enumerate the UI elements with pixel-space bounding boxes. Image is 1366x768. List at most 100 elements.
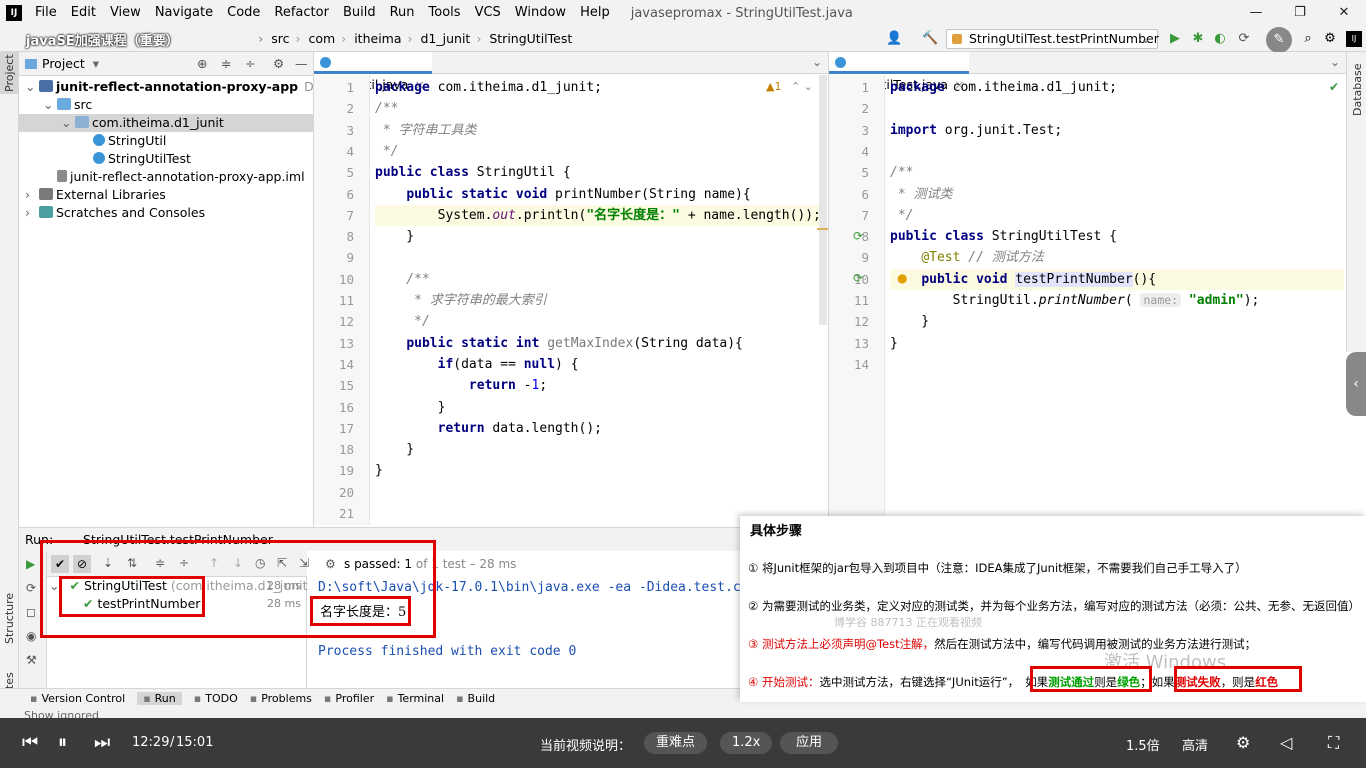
tab-stringutil[interactable]: StringUtil.java× [314,52,432,92]
tab-stringutiltest[interactable]: StringUtilTest.java × [829,52,969,92]
code-line[interactable]: * 求字符串的最大索引 [375,290,547,311]
code-line[interactable]: import org.junit.Test; [890,120,1062,141]
pause-icon[interactable]: ⏸ [58,732,67,754]
expand-arrow-icon[interactable]: ⌄ [61,114,75,132]
collapse-all-icon[interactable]: ≑ [221,56,231,71]
menu-refactor[interactable]: Refactor [267,0,336,26]
tree-item[interactable]: ⌄junit-reflect-annotation-proxy-appD:\co… [19,78,360,96]
code-line[interactable]: package com.itheima.d1_junit; [375,77,602,98]
code-line[interactable]: @Test // 测试方法 [890,247,1043,268]
minimize-button[interactable]: — [1234,0,1278,26]
speed-label[interactable]: 1.5倍 [1126,735,1160,754]
profile-icon[interactable]: ⟳ [1236,31,1252,47]
tool-tab-run[interactable]: ▪ Run [137,692,182,705]
code-line[interactable]: } [375,460,383,481]
tree-item[interactable]: StringUtil [19,132,313,150]
code-line[interactable]: } [375,397,446,418]
side-collapse-handle[interactable]: ‹ [1346,352,1366,416]
menu-navigate[interactable]: Navigate [148,0,220,26]
user-icon[interactable]: 👤 [886,31,902,47]
run-method-gutter-icon[interactable]: ⟳ [853,271,863,285]
menu-tools[interactable]: Tools [422,0,468,26]
code-line[interactable]: return data.length(); [375,418,602,439]
code-line[interactable]: public void testPrintNumber(){ [890,268,1344,290]
quality-label[interactable]: 高清 [1182,735,1208,754]
breadcrumb-item[interactable]: StringUtilTest [485,31,576,46]
project-view-select[interactable]: Project [42,56,85,71]
expand-arrow-icon[interactable]: ⌄ [43,96,57,114]
hide-icon[interactable]: — [295,56,308,71]
breadcrumb-item[interactable]: src › [267,31,304,46]
code-line[interactable]: /** [890,162,913,183]
code-line[interactable]: public class StringUtilTest { [890,226,1117,247]
camera-icon[interactable]: ◉ [26,629,36,643]
tool-tab-terminal[interactable]: ▪ Terminal [386,692,444,705]
menu-file[interactable]: File [28,0,64,26]
run-icon[interactable]: ▶ [1167,31,1183,47]
breadcrumb-item[interactable]: itheima › [350,31,416,46]
menu-help[interactable]: Help [573,0,617,26]
code-line[interactable]: } [890,311,929,332]
code-line[interactable]: * 字符串工具类 [375,120,477,141]
code-line[interactable]: * 测试类 [890,184,953,205]
previous-icon[interactable]: ⏮ [22,732,38,754]
code-line[interactable]: public static void printNumber(String na… [375,184,750,205]
next-icon[interactable]: ⏭ [94,732,110,754]
close-window-button[interactable]: ✕ [1322,0,1366,26]
tool-tab-build[interactable]: ▪ Build [456,692,495,705]
fullscreen-icon[interactable]: ⛶ [1328,733,1339,753]
speed-pill[interactable]: 1.2x [720,732,773,754]
menu-vcs[interactable]: VCS [468,0,508,26]
key-point-pill[interactable]: 重难点 [644,732,708,754]
expand-arrow-icon[interactable]: › [25,204,39,222]
menu-build[interactable]: Build [336,0,383,26]
code-line[interactable]: */ [375,141,399,162]
tree-item[interactable]: ⌄ com.itheima.d1_junit [19,114,313,132]
expand-arrow-icon[interactable]: › [25,186,39,204]
edit-note-icon[interactable]: ✎ [1266,27,1292,53]
coverage-icon[interactable]: ◐ [1212,31,1228,47]
run-test-gutter-icon[interactable]: ⟳ [853,229,863,243]
menu-window[interactable]: Window [508,0,573,26]
gear-icon[interactable]: ⚙ [273,56,284,71]
tool-tab-todo[interactable]: ▪ TODO [194,692,238,705]
database-tool-tab[interactable]: Database [1351,64,1364,117]
menu-run[interactable]: Run [383,0,422,26]
lightbulb-icon[interactable]: ● [897,271,907,285]
tree-item[interactable]: › External Libraries [19,186,313,204]
structure-tool-tab[interactable]: Structure [3,593,16,644]
code-line[interactable]: return -1; [375,375,547,396]
breadcrumb-item[interactable]: com › [305,31,351,46]
code-line[interactable]: public class StringUtil { [375,162,571,183]
tool-tab-profiler[interactable]: ▪ Profiler [324,692,374,705]
tree-item[interactable]: junit-reflect-annotation-proxy-app.iml [19,168,313,186]
tool-tab-version-control[interactable]: ▪ Version Control [30,692,125,705]
tree-item[interactable]: StringUtilTest [19,150,313,168]
code-line[interactable]: /** [375,98,398,119]
code-line[interactable]: } [375,226,414,247]
chevron-down-icon[interactable]: ▾ [93,56,99,71]
code-line[interactable]: /** [375,269,430,290]
code-line[interactable]: StringUtil.printNumber( name: "admin"); [890,290,1259,311]
inspection-warning-badge[interactable]: ▲1 ⌃ ⌄ [766,80,813,93]
search-icon[interactable]: ⌕ [1300,31,1316,47]
code-line[interactable]: */ [375,311,430,332]
locate-icon[interactable]: ⊕ [197,56,207,71]
code-line[interactable]: } [375,439,414,460]
code-line[interactable]: */ [890,205,914,226]
menu-code[interactable]: Code [220,0,267,26]
expand-all-icon[interactable]: ÷ [245,56,255,71]
gear-icon[interactable]: ⚙ [1322,31,1338,47]
expand-arrow-icon[interactable]: ⌄ [25,78,39,96]
run-config-select[interactable]: StringUtilTest.testPrintNumber ⌄ [946,29,1159,49]
apply-button[interactable]: 应用 [780,732,839,754]
breadcrumb-item[interactable]: d1_junit › [417,31,486,46]
code-line[interactable]: public static int getMaxIndex(String dat… [375,333,743,354]
code-line[interactable]: System.out.println("名字长度是：" + name.lengt… [375,204,819,226]
code-line[interactable]: package com.itheima.d1_junit; [890,77,1117,98]
volume-icon[interactable]: ◁ [1280,733,1292,752]
rerun-icon[interactable]: ▶ [26,557,35,571]
tool-tab-problems[interactable]: ▪ Problems [250,692,312,705]
tab-menu-icon[interactable]: ⌄ [812,55,822,69]
code-line[interactable]: if(data == null) { [375,354,579,375]
